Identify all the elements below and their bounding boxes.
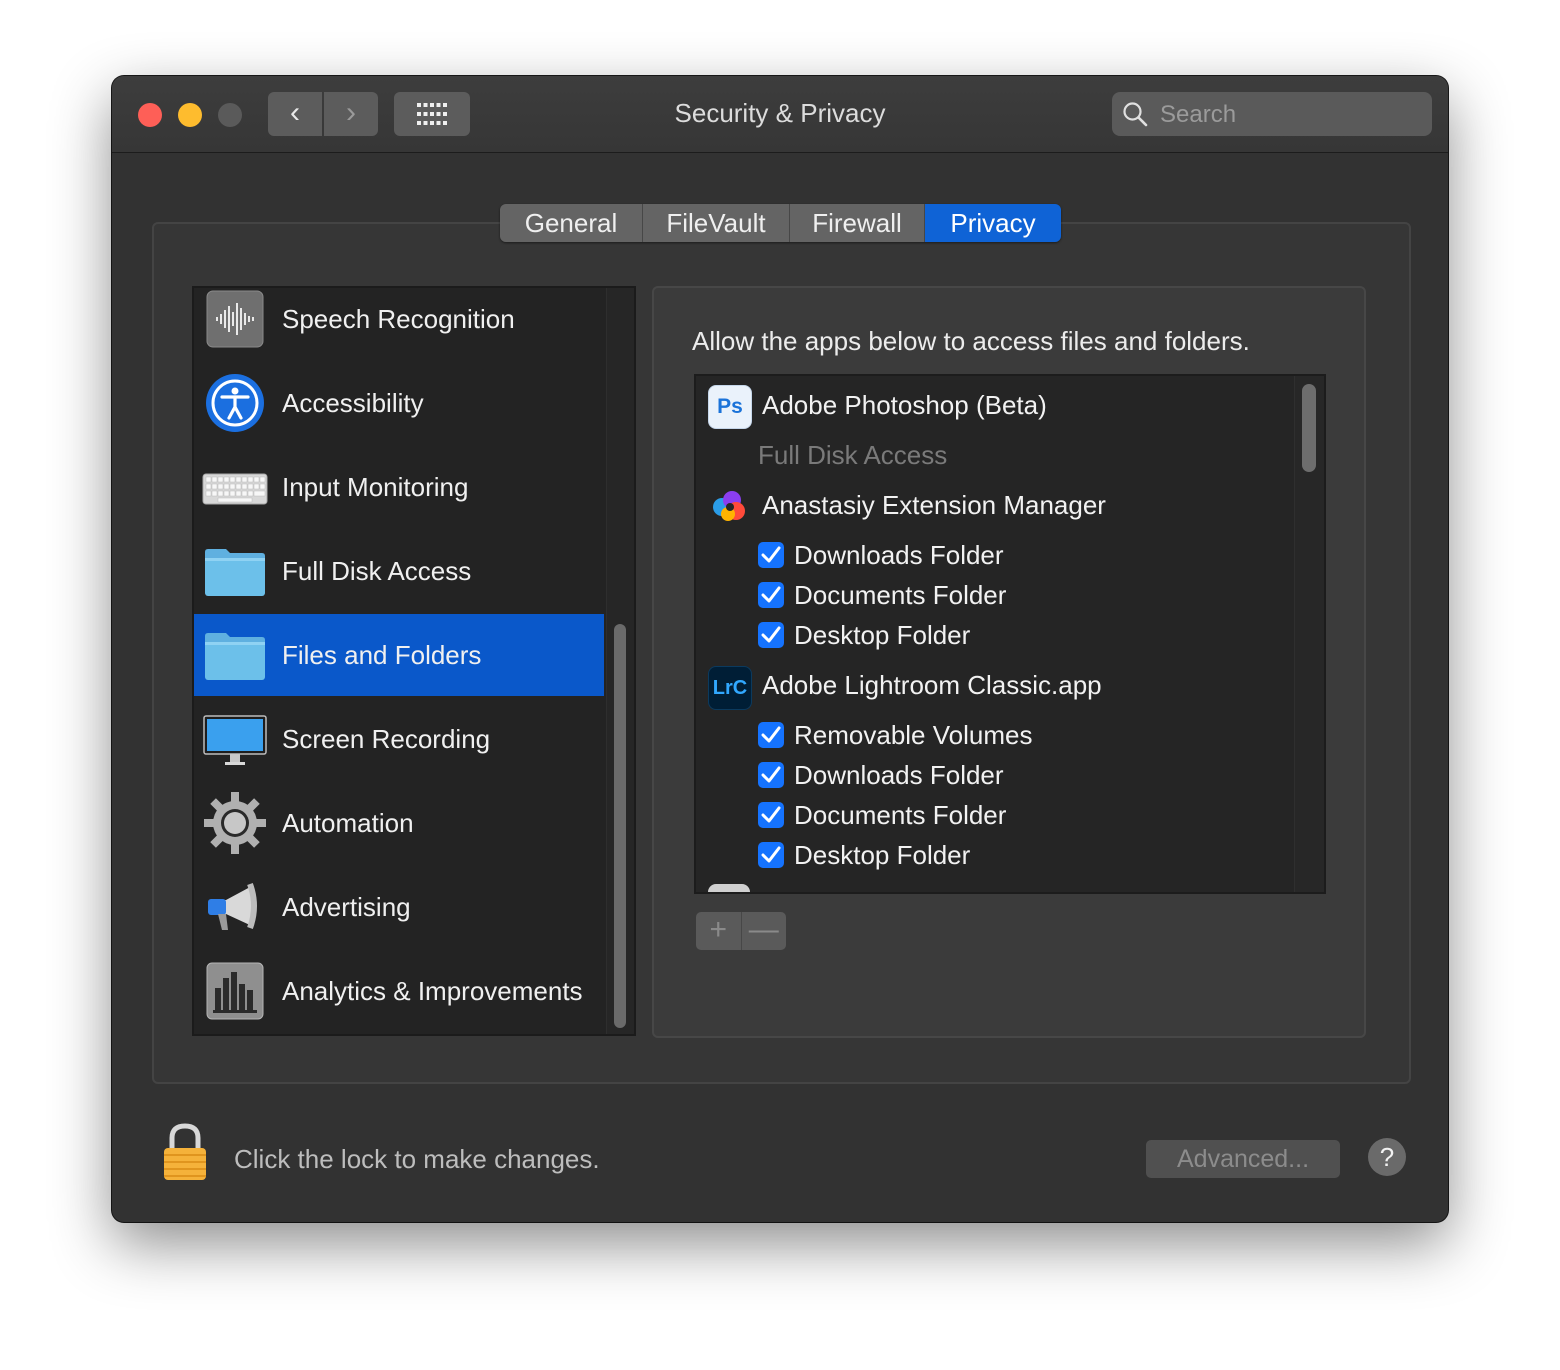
list-item-app[interactable]: Anastasiy Extension Manager bbox=[696, 476, 1292, 522]
app-list-scrollbar-thumb[interactable] bbox=[1302, 384, 1316, 472]
checkmark-icon bbox=[761, 806, 781, 823]
megaphone-icon bbox=[208, 882, 257, 930]
sidebar-item-speech-recognition[interactable]: Speech Recognition bbox=[194, 288, 604, 360]
permission-checkbox[interactable] bbox=[758, 722, 784, 748]
permission-checkbox[interactable] bbox=[758, 582, 784, 608]
permission-checkbox[interactable] bbox=[758, 622, 784, 648]
app-name: Adobe Photoshop (Beta) bbox=[762, 390, 1047, 420]
permission-checkbox[interactable] bbox=[758, 542, 784, 568]
sidebar-item-label: Automation bbox=[282, 808, 414, 838]
list-item-permission[interactable]: Documents Folder bbox=[696, 796, 1292, 836]
list-item-permission[interactable]: Desktop Folder bbox=[696, 616, 1292, 656]
permission-label: Downloads Folder bbox=[794, 760, 1004, 790]
sidebar-item-label: Files and Folders bbox=[282, 640, 482, 670]
sidebar-item-full-disk-access[interactable]: Full Disk Access bbox=[194, 530, 604, 612]
lock-status-text: Click the lock to make changes. bbox=[234, 1144, 600, 1174]
folder-icon bbox=[205, 633, 265, 680]
list-item-app[interactable]: Ps Adobe Photoshop (Beta) Full Disk Acce… bbox=[696, 376, 1292, 470]
remove-app-button[interactable]: — bbox=[742, 912, 787, 950]
detail-description: Allow the apps below to access files and… bbox=[692, 326, 1250, 356]
folder-icon bbox=[205, 549, 265, 596]
checkmark-icon bbox=[761, 626, 781, 643]
tab-privacy[interactable]: Privacy bbox=[925, 204, 1061, 242]
sidebar-item-label: Advertising bbox=[282, 892, 411, 922]
display-icon bbox=[203, 715, 267, 765]
search-input[interactable] bbox=[1158, 92, 1422, 138]
app-name: Adobe Lightroom Classic.app bbox=[762, 670, 1102, 700]
permission-checkbox[interactable] bbox=[758, 842, 784, 868]
permission-checkbox[interactable] bbox=[758, 802, 784, 828]
permission-label: Downloads Folder bbox=[794, 540, 1004, 570]
preferences-window: ‹ › Security & Privacy General bbox=[112, 76, 1448, 1222]
app-name: Anastasiy Extension Manager bbox=[762, 490, 1106, 520]
checkmark-icon bbox=[761, 846, 781, 863]
detail-panel: Allow the apps below to access files and… bbox=[652, 286, 1366, 1038]
advanced-button[interactable]: Advanced... bbox=[1146, 1140, 1340, 1178]
sidebar-item-files-and-folders[interactable]: Files and Folders bbox=[194, 614, 604, 696]
sidebar-item-label: Full Disk Access bbox=[282, 556, 472, 586]
tab-bar: General FileVault Firewall Privacy bbox=[500, 204, 1061, 242]
permission-label: Desktop Folder bbox=[794, 620, 971, 650]
checkmark-icon bbox=[761, 586, 781, 603]
help-button[interactable]: ? bbox=[1368, 1138, 1406, 1176]
tab-firewall[interactable]: Firewall bbox=[790, 204, 925, 242]
tab-filevault[interactable]: FileVault bbox=[643, 204, 790, 242]
permission-label: Desktop Folder bbox=[794, 840, 971, 870]
permission-label: Removable Volumes bbox=[794, 720, 1033, 750]
list-item-app[interactable]: LrC Adobe Lightroom Classic.app bbox=[696, 656, 1292, 716]
list-item-permission[interactable]: Documents Folder bbox=[696, 576, 1292, 616]
add-remove-control: + — bbox=[696, 912, 786, 950]
sidebar-item-input-monitoring[interactable]: Input Monitoring bbox=[194, 446, 604, 528]
sidebar-item-analytics[interactable]: Analytics & Improvements bbox=[194, 950, 604, 1032]
accessibility-icon bbox=[206, 374, 264, 432]
keyboard-icon bbox=[202, 473, 268, 505]
sidebar-item-label: Analytics & Improvements bbox=[282, 976, 583, 1006]
sidebar-item-advertising[interactable]: Advertising bbox=[194, 866, 604, 948]
search-icon bbox=[1123, 102, 1148, 127]
next-app-icon bbox=[708, 884, 750, 892]
permission-checkbox[interactable] bbox=[758, 762, 784, 788]
sidebar-item-label: Screen Recording bbox=[282, 724, 491, 754]
photoshop-icon: Ps bbox=[708, 385, 752, 429]
privacy-category-list[interactable]: Speech Recognition Accessibility Input M… bbox=[192, 286, 636, 1036]
gear-icon bbox=[204, 792, 266, 854]
search-field[interactable] bbox=[1112, 92, 1432, 138]
tab-general[interactable]: General bbox=[500, 204, 643, 242]
permission-note: Full Disk Access bbox=[758, 440, 948, 470]
lock-icon[interactable] bbox=[160, 1122, 210, 1182]
bar-chart-icon bbox=[206, 962, 264, 1020]
list-item-permission[interactable]: Removable Volumes bbox=[696, 716, 1292, 756]
sidebar-scrollbar-thumb[interactable] bbox=[614, 624, 626, 1028]
app-list[interactable]: Ps Adobe Photoshop (Beta) Full Disk Acce… bbox=[694, 374, 1326, 894]
list-item-permission[interactable]: Desktop Folder bbox=[696, 836, 1292, 876]
extension-manager-icon bbox=[713, 491, 745, 521]
permission-label: Documents Folder bbox=[794, 580, 1007, 610]
lightroom-icon: LrC bbox=[708, 666, 752, 710]
waveform-icon bbox=[206, 290, 264, 348]
list-item-permission[interactable]: Downloads Folder bbox=[696, 756, 1292, 796]
sidebar-item-label: Speech Recognition bbox=[282, 304, 515, 334]
checkmark-icon bbox=[761, 766, 781, 783]
sidebar-item-screen-recording[interactable]: Screen Recording bbox=[194, 698, 604, 780]
sidebar-item-accessibility[interactable]: Accessibility bbox=[194, 362, 604, 444]
permission-label: Documents Folder bbox=[794, 800, 1007, 830]
list-item-permission[interactable]: Downloads Folder bbox=[696, 536, 1292, 576]
sidebar-item-label: Accessibility bbox=[282, 388, 424, 418]
title-bar: ‹ › Security & Privacy bbox=[112, 76, 1448, 153]
sidebar-item-label: Input Monitoring bbox=[282, 472, 469, 502]
sidebar-item-automation[interactable]: Automation bbox=[194, 782, 604, 864]
checkmark-icon bbox=[761, 546, 781, 563]
checkmark-icon bbox=[761, 726, 781, 743]
add-app-button[interactable]: + bbox=[696, 912, 742, 950]
